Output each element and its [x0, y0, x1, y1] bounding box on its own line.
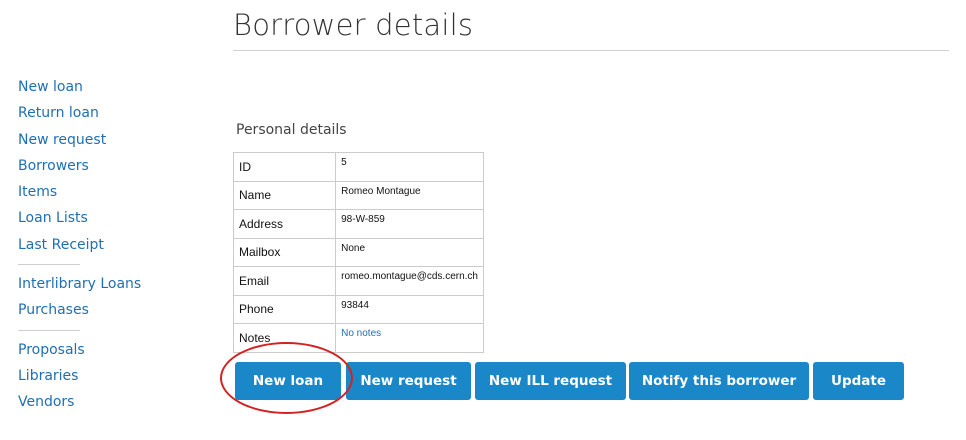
phone-value: 93844 [335, 294, 484, 324]
sidebar-nav: New loan Return loan New request Borrowe… [18, 74, 158, 416]
field-label: ID [232, 152, 337, 182]
field-label: Phone [232, 294, 337, 324]
table-row: Phone 93844 [232, 294, 484, 324]
mailbox-value: None [335, 237, 484, 267]
email-value: romeo.montague@cds.cern.ch [335, 266, 484, 296]
title-divider [233, 50, 949, 51]
name-value: Romeo Montague [335, 180, 484, 210]
sidebar-item-return-loan[interactable]: Return loan [18, 100, 158, 126]
field-label: Address [232, 209, 337, 239]
sidebar-item-borrowers[interactable]: Borrowers [18, 153, 158, 179]
new-loan-button[interactable]: New loan [235, 362, 341, 400]
sidebar-divider [18, 329, 80, 331]
id-value: 5 [335, 152, 484, 182]
field-label: Notes [232, 323, 337, 353]
field-label: Mailbox [232, 237, 337, 267]
table-row: Name Romeo Montague [232, 180, 484, 210]
table-row: Email romeo.montague@cds.cern.ch [232, 266, 484, 296]
update-button[interactable]: Update [813, 362, 904, 400]
personal-details-table: ID 5 Name Romeo Montague Address 98-W-85… [232, 152, 484, 353]
sidebar-item-vendors[interactable]: Vendors [18, 389, 158, 415]
new-ill-request-button[interactable]: New ILL request [475, 362, 626, 400]
sidebar-item-last-receipt[interactable]: Last Receipt [18, 232, 158, 258]
sidebar-item-items[interactable]: Items [18, 179, 158, 205]
notify-borrower-button[interactable]: Notify this borrower [629, 362, 809, 400]
address-value: 98-W-859 [335, 209, 484, 239]
sidebar-divider [18, 264, 80, 266]
new-request-button[interactable]: New request [346, 362, 471, 400]
sidebar-item-new-request[interactable]: New request [18, 127, 158, 153]
table-row: ID 5 [232, 152, 484, 182]
table-row: Notes No notes [232, 323, 484, 353]
sidebar-item-proposals[interactable]: Proposals [18, 337, 158, 363]
notes-link[interactable]: No notes [335, 323, 484, 353]
personal-details-heading: Personal details [236, 122, 347, 138]
field-label: Email [232, 266, 337, 296]
page-title: Borrower details [233, 8, 474, 42]
table-row: Mailbox None [232, 237, 484, 267]
sidebar-item-new-loan[interactable]: New loan [18, 74, 158, 100]
sidebar-item-purchases[interactable]: Purchases [18, 297, 158, 323]
sidebar-item-loan-lists[interactable]: Loan Lists [18, 205, 158, 231]
table-row: Address 98-W-859 [232, 209, 484, 239]
sidebar-item-libraries[interactable]: Libraries [18, 363, 158, 389]
field-label: Name [232, 180, 337, 210]
sidebar-item-interlibrary-loans[interactable]: Interlibrary Loans [18, 271, 158, 297]
